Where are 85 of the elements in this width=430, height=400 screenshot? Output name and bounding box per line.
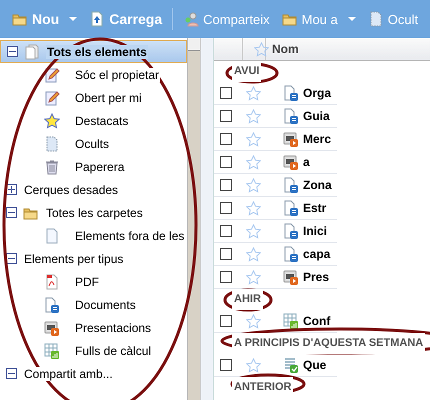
document-icon [283, 200, 299, 216]
star-icon[interactable] [246, 224, 261, 238]
checkbox[interactable] [220, 248, 232, 260]
caret-icon [69, 17, 78, 21]
checkbox[interactable] [220, 202, 232, 214]
star-icon[interactable] [246, 108, 261, 124]
checkbox[interactable] [220, 156, 232, 168]
star-icon[interactable] [246, 132, 261, 146]
sidebar-item[interactable]: Ocults [0, 132, 187, 155]
file-name[interactable]: Zona [303, 178, 332, 192]
checkbox[interactable] [220, 179, 232, 191]
checkbox[interactable] [220, 133, 232, 145]
sidebar-item[interactable]: Compartit amb... [0, 362, 187, 385]
checkbox[interactable] [220, 225, 232, 237]
page-icon [368, 11, 384, 27]
slides-icon [283, 269, 299, 285]
page-icon [44, 228, 60, 244]
star-icon[interactable] [246, 154, 261, 170]
star-icon [44, 112, 60, 128]
spreadsheet-icon [283, 313, 299, 329]
scrollbar[interactable] [187, 38, 200, 400]
sidebar-item[interactable]: Totes les carpetes [0, 201, 187, 224]
people-icon [183, 11, 200, 27]
checkbox[interactable] [220, 110, 232, 122]
sidebar-item[interactable]: Paperera [0, 155, 187, 178]
spreadsheet-icon [44, 342, 60, 358]
sidebar-item[interactable]: PDF [0, 270, 187, 293]
group-heading: A PRINCIPIS D'AQUESTA SETMANA [232, 333, 426, 354]
sidebar-item[interactable]: Elements fora de les [0, 224, 187, 247]
sidebar-item[interactable]: Presentacions [0, 316, 187, 339]
collapse-icon[interactable] [7, 46, 18, 57]
caret-icon [348, 17, 356, 21]
file-name[interactable]: Orga [303, 86, 332, 100]
pages-icon [24, 44, 40, 60]
sidebar-item[interactable]: Obert per mi [0, 86, 187, 109]
file-name[interactable]: Estr [303, 201, 326, 215]
star-icon[interactable] [246, 314, 261, 328]
group-heading: AHIR [232, 289, 263, 310]
sidebar-item[interactable]: Destacats [0, 109, 187, 132]
file-name[interactable]: Pres [303, 270, 330, 284]
collapse-icon[interactable] [6, 207, 17, 218]
splitter-handle[interactable] [201, 38, 214, 400]
star-icon[interactable] [246, 270, 261, 284]
collapse-icon[interactable] [6, 368, 17, 379]
form-icon [283, 357, 299, 373]
slides-icon [283, 131, 299, 147]
document-icon [283, 246, 299, 262]
file-name[interactable]: Que [303, 358, 326, 372]
checkbox[interactable] [220, 359, 232, 371]
sidebar-item[interactable]: Tots els elements [0, 40, 187, 63]
star-icon[interactable] [246, 358, 261, 372]
document-icon [283, 85, 299, 101]
star-icon[interactable] [246, 178, 261, 192]
group-heading: AVUI [232, 61, 262, 82]
document-icon [283, 108, 299, 124]
document-icon [283, 223, 299, 239]
sidebar-item[interactable]: Sóc el propietar [0, 63, 187, 86]
document-icon [44, 296, 60, 312]
trash-icon [44, 158, 60, 174]
checkbox[interactable] [220, 271, 232, 283]
file-name[interactable]: capa [303, 247, 330, 261]
star-icon[interactable] [246, 86, 261, 100]
checkbox[interactable] [220, 315, 232, 327]
document-icon [283, 177, 299, 193]
sidebar-item[interactable]: Cerques desades [0, 178, 187, 201]
checkbox[interactable] [220, 87, 232, 99]
slides-icon [44, 320, 60, 336]
column-header-name[interactable]: Nom [266, 42, 299, 56]
sidebar-item[interactable]: Fulls de càlcul [0, 339, 187, 362]
upload-icon [89, 11, 106, 27]
file-name[interactable]: Guia [303, 109, 330, 123]
star-icon[interactable] [246, 200, 261, 216]
file-name[interactable]: Inici [303, 224, 328, 238]
file-name[interactable]: a [303, 155, 310, 169]
pdf-icon [44, 274, 60, 290]
slides-icon [283, 154, 299, 170]
sidebar-item[interactable]: Documents [0, 293, 187, 316]
pencil-page-icon [44, 66, 60, 82]
pencil-page-icon [44, 90, 60, 106]
page-icon [44, 136, 60, 152]
file-name[interactable]: Merc [303, 132, 332, 146]
file-name[interactable]: Conf [303, 314, 330, 328]
star-icon[interactable] [246, 246, 261, 262]
sidebar-item[interactable]: Elements per tipus [0, 247, 187, 270]
star-icon[interactable] [254, 42, 268, 56]
